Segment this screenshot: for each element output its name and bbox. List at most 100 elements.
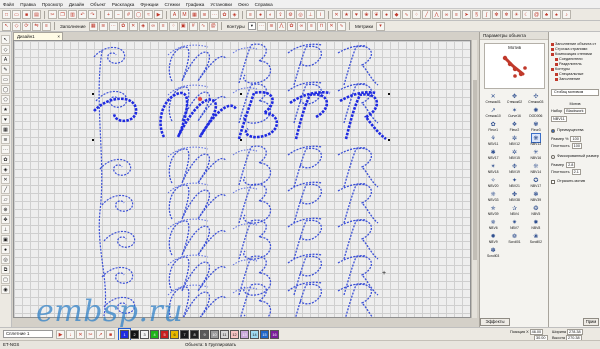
stitch-library-item[interactable]: ✧ NBV20 <box>483 176 503 190</box>
document-tab[interactable]: Дизайн1 × <box>13 32 63 40</box>
draw-tool-icon[interactable]: ✎ <box>1 65 10 74</box>
menu-edit[interactable]: Правка <box>20 2 36 7</box>
monogram-icon[interactable]: M <box>180 10 189 19</box>
color-swatch[interactable]: 9 <box>200 330 209 339</box>
satin-icon[interactable]: ≋ <box>200 10 209 19</box>
layer-select[interactable]: Сплетние 1 <box>3 330 53 338</box>
metrics-icon[interactable]: ▾ <box>376 21 386 31</box>
bean-icon[interactable]: ≡ <box>452 10 461 19</box>
hoop-tool-icon[interactable]: ◎ <box>1 255 10 264</box>
stitch-library-item[interactable]: ❂ NBV5 <box>526 204 546 218</box>
lock-tool-icon[interactable]: ▢ <box>1 275 10 284</box>
stitch-library-item[interactable]: ❃ NBV39 <box>526 190 546 204</box>
color-swatch[interactable]: 10 <box>210 330 219 339</box>
view-tool-icon[interactable]: ◉ <box>1 285 10 294</box>
color-swatch[interactable]: 13 <box>240 330 249 339</box>
tie-icon[interactable]: ✕ <box>76 330 85 339</box>
menu-design[interactable]: Дизайн <box>69 2 84 7</box>
stitch-library-item[interactable]: ✾ Fleur3 <box>526 120 546 134</box>
color-swatch[interactable]: 14 <box>250 330 259 339</box>
run-mode-icon[interactable]: ⋯ <box>108 21 118 31</box>
reflect-checkbox[interactable] <box>551 179 555 184</box>
wave-icon[interactable]: ∿ <box>402 10 411 19</box>
apply-button[interactable]: Прим <box>583 318 599 326</box>
fixed-size-radio[interactable] <box>551 154 555 159</box>
picture-tool-icon[interactable]: ▣ <box>1 235 10 244</box>
group-tool-icon[interactable]: ⧉ <box>1 265 10 274</box>
new-icon[interactable]: □ <box>2 10 11 19</box>
hoop-icon[interactable]: ◯ <box>134 10 143 19</box>
reshape-icon[interactable]: ◇ <box>12 21 21 31</box>
pan-tool-icon[interactable]: ✥ <box>1 215 10 224</box>
chain-mode-icon[interactable]: ∞ <box>148 21 158 31</box>
dots-icon[interactable]: ⁘ <box>412 10 421 19</box>
scroll-icon[interactable]: ∫ <box>482 10 491 19</box>
stitch-library-item[interactable]: ❊ NBV14 <box>526 162 546 176</box>
rectangle-tool-icon[interactable]: ▭ <box>1 75 10 84</box>
sequence-icon[interactable]: ≡ <box>246 10 255 19</box>
star-tool-icon[interactable]: ★ <box>1 105 10 114</box>
lettering-icon[interactable]: A <box>170 10 179 19</box>
applique-tool-icon[interactable]: ◈ <box>1 165 10 174</box>
print-icon[interactable]: ▤ <box>32 10 41 19</box>
undo-icon[interactable]: ↶ <box>78 10 87 19</box>
contour-motif-icon[interactable]: ✿ <box>286 21 296 31</box>
align-icon[interactable]: ≡ <box>42 21 51 31</box>
color-tool-icon[interactable]: ● <box>1 245 10 254</box>
bean-mode-icon[interactable]: ≡ <box>158 21 168 31</box>
grid-icon[interactable]: # <box>124 10 133 19</box>
heart-icon[interactable]: ♥ <box>352 10 361 19</box>
simulate-icon[interactable]: ▶ <box>154 10 163 19</box>
set-select[interactable]: Blackwork <box>564 108 586 114</box>
contour-satin-icon[interactable]: ≋ <box>266 21 276 31</box>
leaf-icon[interactable]: ❦ <box>372 10 381 19</box>
zoom-tool-icon[interactable]: ⊕ <box>1 205 10 214</box>
note-icon[interactable]: ♪ <box>562 10 571 19</box>
menu-graphics[interactable]: Графика <box>186 2 204 7</box>
stitch-view-icon[interactable]: ≈ <box>144 10 153 19</box>
color-swatch[interactable]: 11 <box>220 330 229 339</box>
candle-mode-icon[interactable]: ⁘ <box>168 21 178 31</box>
stitch-library-item[interactable]: ✷ NBV7 <box>504 218 524 232</box>
diamond-icon[interactable]: ◆ <box>392 10 401 19</box>
select-icon[interactable]: ↖ <box>2 21 11 31</box>
zoom-in-icon[interactable]: + <box>104 10 113 19</box>
close-icon[interactable]: × <box>57 33 60 40</box>
cut-icon[interactable]: ✂ <box>48 10 57 19</box>
jump-icon[interactable]: ↗ <box>96 330 105 339</box>
measure-icon[interactable]: ⊥ <box>306 10 315 19</box>
applique-mode-icon[interactable]: ◈ <box>138 21 148 31</box>
circle-icon[interactable]: ● <box>382 10 391 19</box>
mirror-icon[interactable]: ⇋ <box>32 21 41 31</box>
appliqué-icon[interactable]: ◈ <box>230 10 239 19</box>
stop-icon[interactable]: ■ <box>106 330 115 339</box>
stitch-library-item[interactable]: ✕ Стежок01 <box>483 92 503 106</box>
eraser-tool-icon[interactable]: ▱ <box>1 195 10 204</box>
size-input[interactable]: 100 <box>570 136 581 142</box>
stitch-library-item[interactable]: ⚘ NBV11 <box>483 134 503 148</box>
design-canvas[interactable]: + <box>13 40 471 318</box>
stitch-library-item[interactable]: ✴ NBV18 <box>483 162 503 176</box>
curl-icon[interactable]: § <box>472 10 481 19</box>
open-icon[interactable]: ▭ <box>12 10 21 19</box>
polygon-tool-icon[interactable]: ⬠ <box>1 95 10 104</box>
knife-tool-icon[interactable]: ╱ <box>1 185 10 194</box>
color-swatch[interactable]: 16 <box>270 330 279 339</box>
stitch-library-item[interactable]: ✶ Curve16 <box>504 106 524 120</box>
line-icon[interactable]: ╱ <box>422 10 431 19</box>
stitch-library-item[interactable]: ✯ NBV39 <box>483 204 503 218</box>
paste-icon[interactable]: ▥ <box>68 10 77 19</box>
color-swatch[interactable]: 12 <box>230 330 239 339</box>
stitch-player-icon[interactable]: ▶ <box>56 330 65 339</box>
stitch-library-item[interactable]: ↗ Стежок10 <box>483 106 503 120</box>
contour-zigzag-icon[interactable]: ⋀ <box>276 21 286 31</box>
fill-tool-icon[interactable]: ▦ <box>1 125 10 134</box>
text-tool-icon[interactable]: A <box>1 55 10 64</box>
flower-icon[interactable]: ❀ <box>362 10 371 19</box>
fill-mode-icon[interactable]: ▦ <box>88 21 98 31</box>
spiral-icon[interactable]: @ <box>532 10 541 19</box>
stitch-library-item[interactable]: ✵ NBV6 <box>483 218 503 232</box>
net-mode-icon[interactable]: # <box>188 21 198 31</box>
needle-icon[interactable]: ↓ <box>66 330 75 339</box>
cross-tool-icon[interactable]: ✕ <box>1 175 10 184</box>
